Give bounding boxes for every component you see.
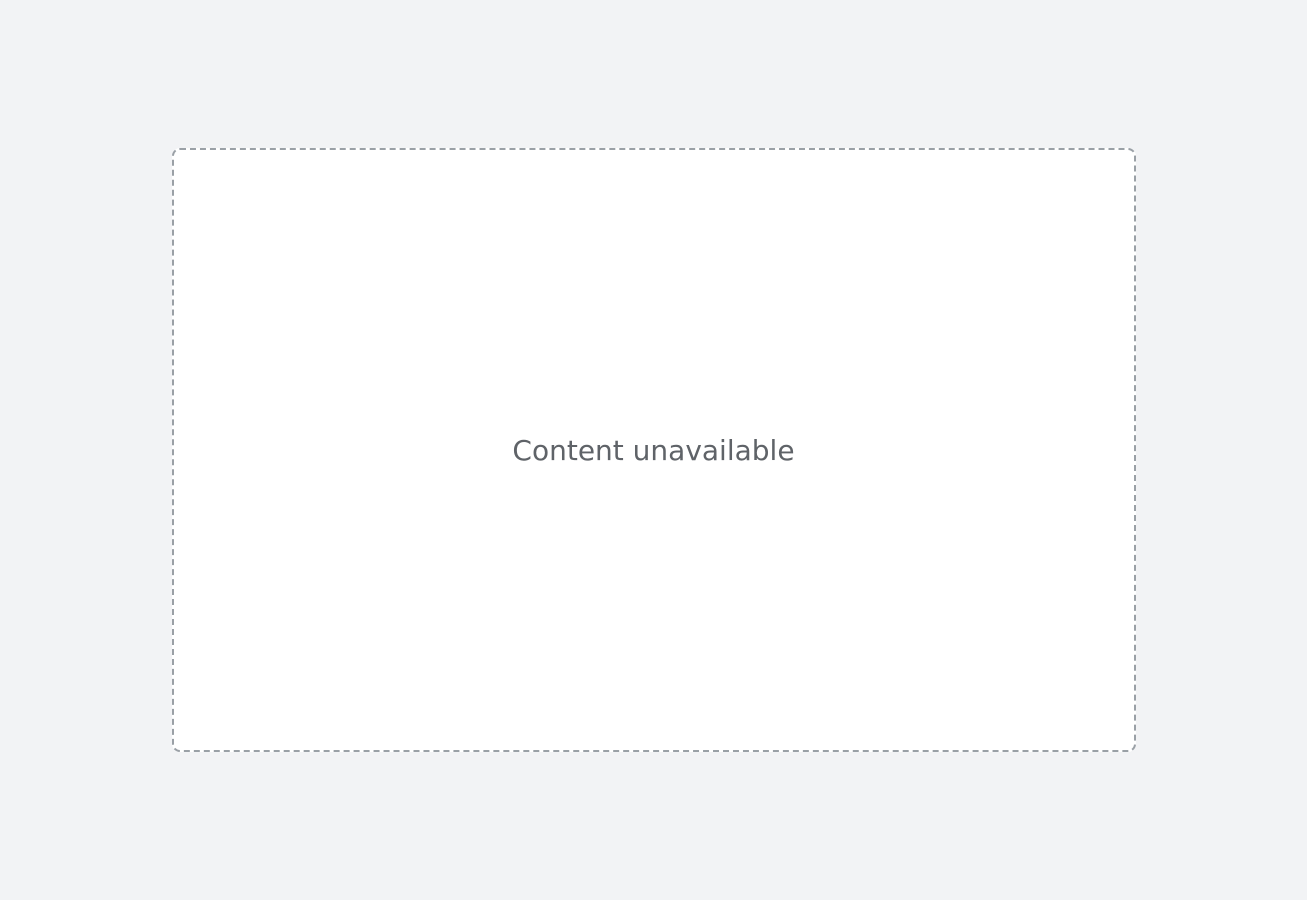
placeholder-label: Content unavailable [512, 433, 795, 467]
placeholder-panel: Content unavailable [171, 148, 1136, 752]
